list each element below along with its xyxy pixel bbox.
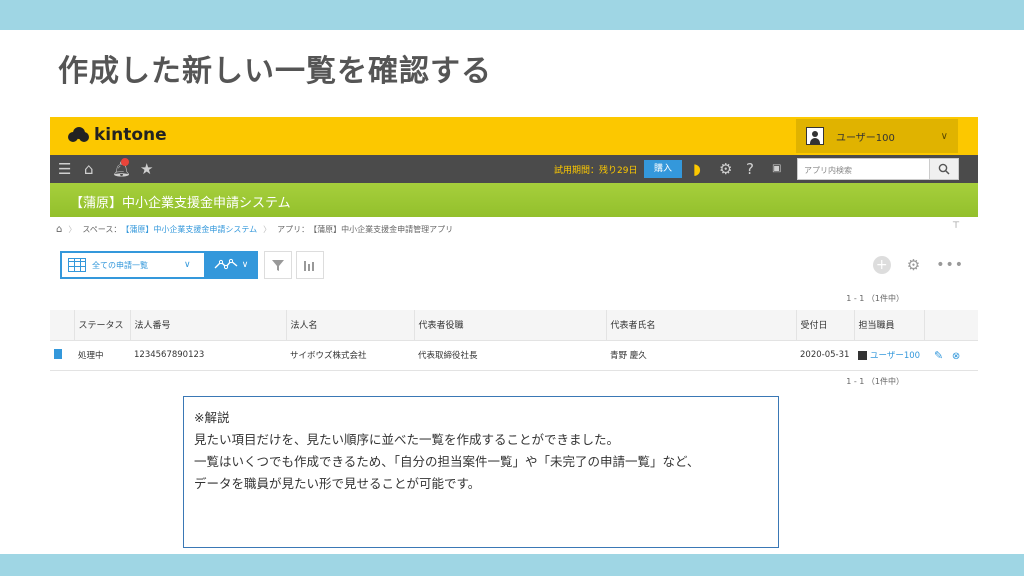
gear-icon[interactable]: ⚙ [907,256,920,274]
more-icon[interactable]: ••• [936,257,964,273]
rep-title-cell: 代表取締役社長 [414,340,606,371]
slide-title: 作成した新しい一覧を確認する [58,54,492,89]
explanation-line: 見たい項目だけを、見たい順序に並べた一覧を作成することができました。 [194,432,620,447]
delete-circle-icon[interactable]: ⊗ [952,351,960,362]
graph-button[interactable] [296,251,324,279]
table-header-cell[interactable]: 代表者役職 [414,310,607,341]
explanation-line: 一覧はいくつでも作成できるため、「自分の担当案件一覧」や「未完了の申請一覧」など… [194,454,700,469]
table-header-cell[interactable]: 代表者氏名 [606,310,797,341]
document-icon[interactable] [54,348,62,359]
staff-name[interactable]: ユーザー100 [870,351,920,361]
table-header-cell[interactable]: 法人名 [286,310,415,341]
bar-chart-icon [304,261,314,271]
graph-menu-button[interactable]: ∨ [204,251,258,279]
record-detail-cell[interactable] [50,340,74,371]
home-icon[interactable]: ⌂ [84,160,94,178]
explanation-heading: ※解説 [194,410,230,425]
corp-name-cell: サイボウズ株式会社 [286,340,414,371]
buy-button[interactable]: 購入 [644,160,682,178]
user-avatar-icon [858,351,867,360]
rep-name-cell: 青野 慶久 [606,340,796,371]
help-icon[interactable]: ? [746,160,754,178]
breadcrumb: ⌂ 〉 スペース： 【蒲原】中小企業支援金申請システム 〉 アプリ： 【蒲原】中… [56,223,454,235]
breadcrumb-app-link[interactable]: 【蒲原】中小企業支援金申請管理アプリ [309,224,453,235]
line-graph-icon [214,258,238,270]
search-button[interactable] [929,158,959,180]
table-header-cell[interactable]: 法人番号 [130,310,287,341]
notification-badge [121,158,129,166]
pager-bottom: 1 - 1 （1件中） [846,377,904,386]
pin-icon[interactable]: ⊤ [952,221,960,231]
cloud-logo-icon [68,126,90,144]
global-nav: ☰ ⌂ 🔔︎ ★ 試用期間：残り29日 購入 ◗ ⚙ ? ▣ アプリ内検索 [50,155,978,183]
explanation-box: ※解説 見たい項目だけを、見たい順序に並べた一覧を作成することができました。 一… [183,396,779,548]
table-header-row: ステータス 法人番号 法人名 代表者役職 代表者氏名 受付日 担当職員 [50,310,978,341]
chevron-down-icon: ∨ [241,260,249,270]
record-tools: + ⚙ ••• [872,256,964,274]
apps-icon[interactable]: ▣ [772,160,781,178]
explanation-line: データを職員が見たい形で見せることが可能です。 [194,476,481,491]
search-icon [938,163,950,175]
gear-icon[interactable]: ⚙ [719,160,732,178]
beginner-mark-icon[interactable]: ◗ [693,160,701,178]
kintone-app-screenshot: kintone ユーザー100 ∨ ☰ ⌂ 🔔︎ ★ 試用期間：残り29日 購入… [50,117,978,389]
star-icon[interactable]: ★ [140,160,153,178]
table-view-icon [68,258,86,272]
space-title: 【蒲原】中小企業支援金申請システム [70,196,291,211]
date-cell: 2020-05-31 [796,340,854,371]
table-header-actions-col [924,310,978,341]
table-header-cell[interactable]: 受付日 [796,310,855,341]
chevron-down-icon: ∨ [940,130,948,142]
user-menu[interactable]: ユーザー100 ∨ [796,119,958,153]
kintone-logo[interactable]: kintone [68,125,167,145]
status-cell: 処理中 [74,340,130,371]
row-actions-cell: ✎ ⊗ [924,340,978,371]
menu-icon[interactable]: ☰ [58,160,71,178]
add-record-icon[interactable]: + [872,256,891,274]
slide: 作成した新しい一覧を確認する kintone ユーザー100 ∨ ☰ ⌂ 🔔︎ [0,0,1024,576]
logo-text: kintone [94,125,167,145]
table-header-icon-col [50,310,75,341]
bottom-band [0,554,1024,576]
staff-cell[interactable]: ユーザー100 [854,340,924,371]
pager-top: 1 - 1 （1件中） [846,294,904,303]
corp-number-cell: 1234567890123 [130,340,286,371]
trial-period-text: 試用期間：残り29日 [554,166,638,176]
filter-button[interactable] [264,251,292,279]
breadcrumb-app-label: アプリ： [277,224,310,234]
filter-icon [272,260,284,271]
breadcrumb-space-link[interactable]: 【蒲原】中小企業支援金申請システム [121,224,257,235]
breadcrumb-space-label: スペース： [82,224,122,234]
home-icon[interactable]: ⌂ [56,224,62,235]
space-header: 【蒲原】中小企業支援金申請システム [50,183,978,217]
record-table: ステータス 法人番号 法人名 代表者役職 代表者氏名 受付日 担当職員 処理中 … [50,310,978,371]
chevron-down-icon: ∨ [184,260,191,270]
table-header-cell[interactable]: ステータス [74,310,131,341]
table-header-cell[interactable]: 担当職員 [854,310,925,341]
user-avatar-icon [806,127,824,145]
user-name: ユーザー100 [836,132,895,144]
app-header: kintone ユーザー100 ∨ [50,117,978,155]
edit-pencil-icon[interactable]: ✎ [934,349,943,362]
top-band [0,0,1024,30]
view-selector-label: 全ての申請一覧 [92,260,148,270]
table-row[interactable]: 処理中 1234567890123 サイボウズ株式会社 代表取締役社長 青野 慶… [50,340,978,371]
